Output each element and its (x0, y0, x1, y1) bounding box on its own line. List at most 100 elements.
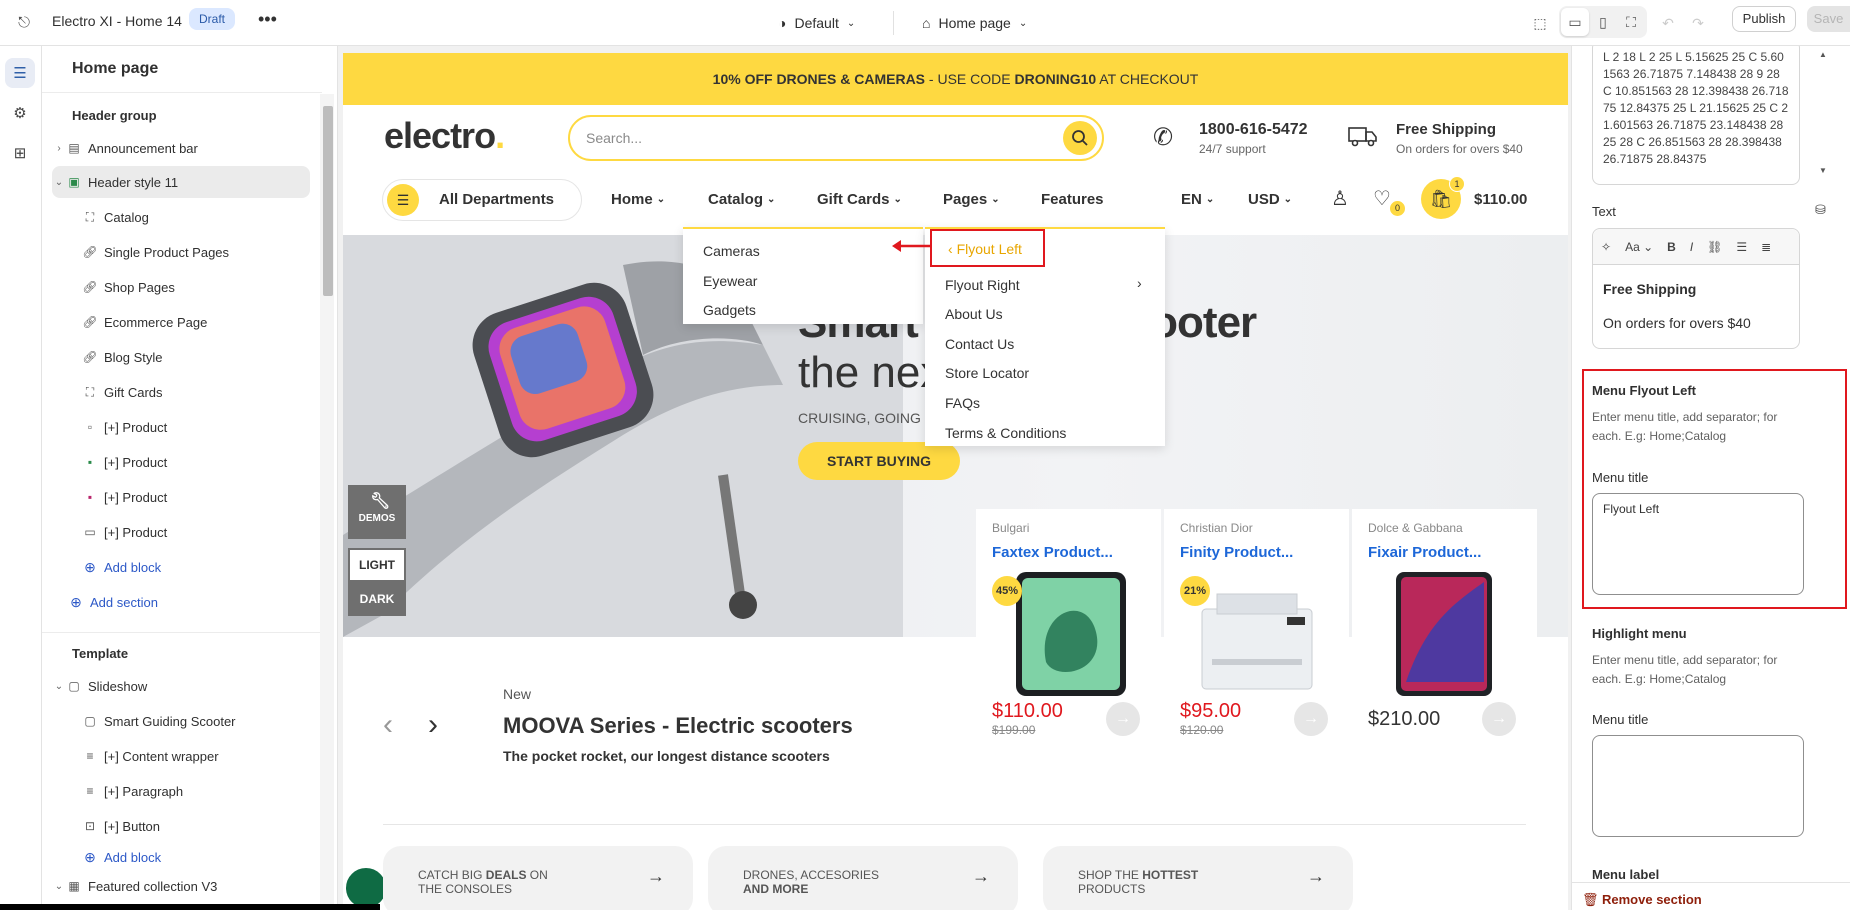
announcement-bar[interactable]: 10% OFF DRONES & CAMERAS - USE CODE DRON… (343, 53, 1568, 105)
nav-catalog[interactable]: Catalog ⌄ (708, 191, 775, 208)
scrollbar[interactable]: ▲ ▼ (1819, 46, 1831, 196)
search-icon[interactable] (1063, 121, 1097, 155)
light-mode-button[interactable]: LIGHT (348, 548, 406, 582)
italic-icon[interactable]: I (1690, 240, 1693, 254)
nav-gift-cards[interactable]: Gift Cards ⌄ (817, 191, 902, 208)
arrow-right-icon[interactable]: → (1482, 702, 1516, 736)
menu-item-flyout-right[interactable]: Flyout Right (945, 277, 1020, 293)
flyout-left-menu-title-input[interactable]: Flyout Left (1592, 493, 1804, 595)
promo-banner[interactable]: DRONES, ACCESORIES AND MORE → (708, 846, 1018, 910)
menu-item-eyewear[interactable]: Eyewear (703, 273, 757, 289)
block-product[interactable]: ▪ [+] Product (82, 446, 337, 478)
svg-code-field[interactable]: L 2 18 L 2 25 L 5.15625 25 C 5.601563 26… (1592, 46, 1800, 185)
slider-prev-icon[interactable]: ‹ (383, 708, 393, 742)
menu-item-about-us[interactable]: About Us (945, 306, 1003, 322)
dynamic-source-icon[interactable]: ⛁ (1815, 202, 1826, 218)
block-content-wrapper[interactable]: ≡ [+] Content wrapper (82, 740, 337, 772)
block-product[interactable]: ▭ [+] Product (82, 516, 337, 548)
scrollbar-thumb[interactable] (323, 106, 333, 296)
redo-icon[interactable]: ↷ (1684, 9, 1712, 37)
block-paragraph[interactable]: ≡ [+] Paragraph (82, 775, 337, 807)
product-name[interactable]: Fixair Product... (1368, 544, 1481, 561)
nav-pages[interactable]: Pages ⌄ (943, 191, 1000, 208)
page-selector[interactable]: ⌂ Home page ⌄ (922, 9, 1027, 37)
account-icon[interactable]: ♙ (1331, 186, 1349, 211)
settings-icon[interactable]: ⚙ (5, 98, 35, 128)
currency-selector[interactable]: USD ⌄ (1248, 191, 1292, 208)
nav-home[interactable]: Home ⌄ (611, 191, 665, 208)
scroll-up-icon[interactable]: ▲ (1819, 50, 1827, 59)
block-ecommerce-page[interactable]: 🔗︎ Ecommerce Page (82, 306, 337, 338)
block-slide[interactable]: ▢ Smart Guiding Scooter (82, 705, 337, 737)
ai-icon[interactable]: ✧ (1601, 240, 1611, 254)
publish-button[interactable]: Publish (1732, 6, 1796, 32)
section-announcement-bar[interactable]: › ▤ Announcement bar (52, 132, 337, 164)
bold-icon[interactable]: B (1667, 240, 1676, 254)
undo-icon[interactable]: ↶ (1654, 9, 1682, 37)
font-size-icon[interactable]: Aa ⌄ (1625, 240, 1653, 254)
phone-number[interactable]: 1800-616-5472 (1199, 121, 1308, 139)
nav-features[interactable]: Features (1041, 191, 1104, 208)
mobile-icon[interactable]: ▯ (1589, 8, 1617, 36)
language-selector[interactable]: EN ⌄ (1181, 191, 1214, 208)
all-departments-button[interactable]: ☰ All Departments (382, 179, 582, 221)
cart-total[interactable]: $110.00 (1474, 191, 1527, 208)
menu-item-cameras[interactable]: Cameras (703, 243, 760, 259)
chevron-down-icon[interactable]: ⌄ (52, 177, 66, 188)
theme-selector[interactable]: ◑ Default ⌄ (778, 9, 855, 37)
remove-section-button[interactable]: Remove section (1602, 892, 1702, 907)
chevron-right-icon[interactable]: › (52, 143, 66, 154)
menu-item-contact-us[interactable]: Contact Us (945, 336, 1014, 352)
save-button[interactable]: Save (1807, 6, 1850, 32)
search-bar[interactable]: Search... (568, 115, 1104, 161)
chevron-down-icon[interactable]: ⌄ (52, 881, 66, 892)
highlight-menu-title-input[interactable] (1592, 735, 1804, 837)
block-gift-cards[interactable]: ⛶ Gift Cards (82, 376, 337, 408)
start-buying-button[interactable]: START BUYING (798, 442, 960, 480)
demos-button[interactable]: 🔧︎ DEMOS (348, 485, 406, 539)
slider-next-icon[interactable]: › (428, 708, 438, 742)
add-block-button[interactable]: ⊕ Add block (82, 551, 337, 583)
menu-item-gadgets[interactable]: Gadgets (703, 302, 756, 318)
exit-icon[interactable]: ⎋ (12, 11, 36, 35)
rich-text-editor[interactable]: ✧ Aa ⌄ B I ⛓ ☰ ≣ Free Shipping On orders… (1592, 228, 1800, 349)
numbered-list-icon[interactable]: ≣ (1761, 240, 1771, 254)
promo-banner[interactable]: SHOP THE HOTTEST PRODUCTS → (1043, 846, 1353, 910)
apps-icon[interactable]: ⊞ (5, 138, 35, 168)
arrow-right-icon[interactable]: → (1106, 702, 1140, 736)
fullscreen-icon[interactable]: ⛶ (1617, 8, 1645, 36)
block-product[interactable]: ▪ [+] Product (82, 481, 337, 513)
link-icon[interactable]: ⛓ (1707, 240, 1722, 254)
product-name[interactable]: Faxtex Product... (992, 544, 1113, 561)
dark-mode-button[interactable]: DARK (348, 582, 406, 616)
block-single-product-pages[interactable]: 🔗︎ Single Product Pages (82, 236, 337, 268)
promo-text: CATCH BIG DEALS ON THE CONSOLES (418, 868, 548, 896)
wishlist-icon[interactable]: ♡ (1373, 186, 1391, 211)
block-product[interactable]: ▫ [+] Product (82, 411, 337, 443)
inspector-icon[interactable]: ⬚ (1526, 9, 1554, 37)
section-featured-collection[interactable]: ⌄ ▦ Featured collection V3 (52, 870, 337, 902)
scroll-down-icon[interactable]: ▼ (1819, 166, 1827, 175)
block-shop-pages[interactable]: 🔗︎ Shop Pages (82, 271, 337, 303)
add-section-button[interactable]: ⊕ Add section (68, 586, 337, 618)
more-actions-icon[interactable]: ••• (258, 8, 277, 30)
block-catalog[interactable]: ⛶ Catalog (82, 201, 337, 233)
menu-item-store-locator[interactable]: Store Locator (945, 365, 1029, 381)
store-logo[interactable]: electro. (384, 115, 505, 157)
menu-item-faqs[interactable]: FAQs (945, 395, 980, 411)
menu-item-flyout-left[interactable]: ‹ Flyout Left (948, 241, 1022, 257)
desktop-icon[interactable]: ▭ (1561, 8, 1589, 36)
bullet-list-icon[interactable]: ☰ (1736, 240, 1747, 254)
add-block-button[interactable]: ⊕ Add block (82, 841, 337, 873)
section-header-style-11[interactable]: ⌄ ▣ Header style 11 (52, 166, 310, 198)
arrow-right-icon[interactable]: → (1294, 702, 1328, 736)
promo-banner[interactable]: CATCH BIG DEALS ON THE CONSOLES → (383, 846, 693, 910)
sections-icon[interactable]: ☰ (5, 58, 35, 88)
section-slideshow[interactable]: ⌄ ▢ Slideshow (52, 670, 337, 702)
product-card[interactable]: Dolce & Gabbana Fixair Product... $210.0… (1352, 509, 1537, 910)
block-blog-style[interactable]: 🔗︎ Blog Style (82, 341, 337, 373)
block-button[interactable]: ⊡ [+] Button (82, 810, 337, 842)
product-name[interactable]: Finity Product... (1180, 544, 1293, 561)
chevron-down-icon[interactable]: ⌄ (52, 681, 66, 692)
menu-item-terms[interactable]: Terms & Conditions (945, 425, 1066, 441)
